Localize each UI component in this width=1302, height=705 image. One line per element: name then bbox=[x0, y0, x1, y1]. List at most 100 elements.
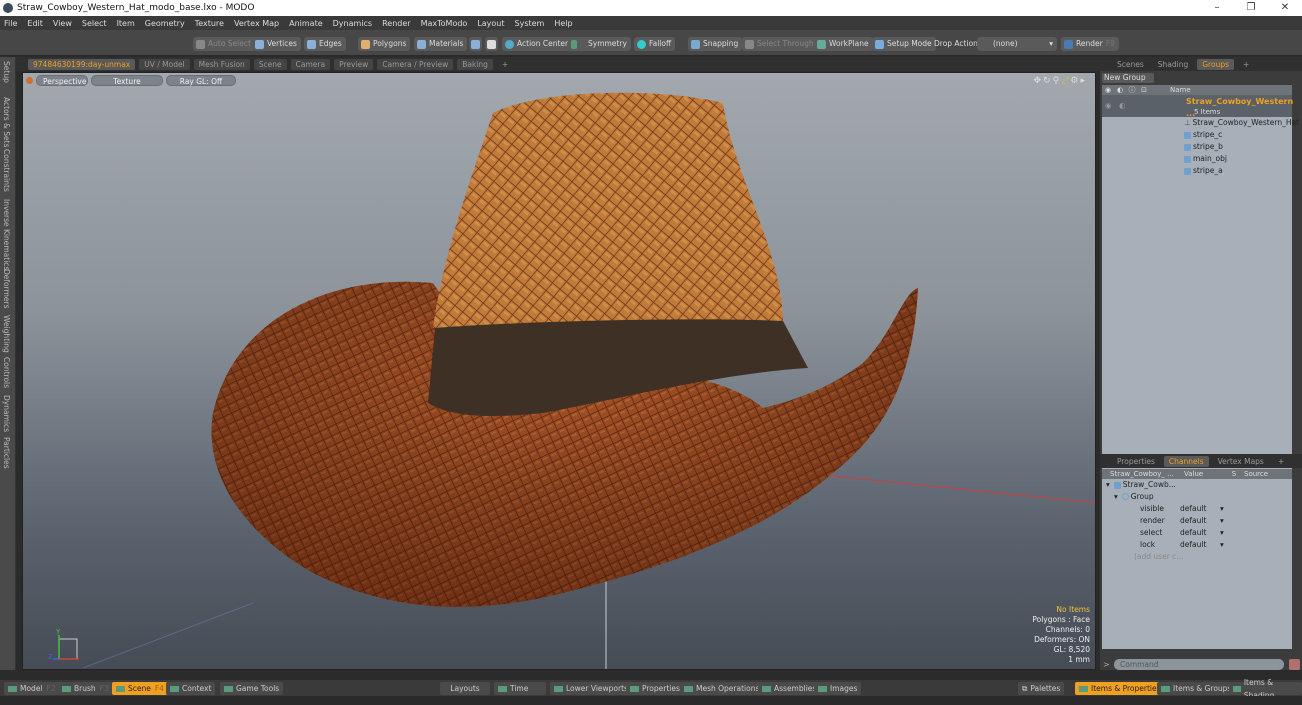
new-group-button[interactable]: New Group bbox=[1102, 73, 1154, 83]
close-button[interactable]: ✕ bbox=[1268, 0, 1302, 16]
falloff-button[interactable]: Falloff bbox=[634, 37, 676, 51]
dropdown-arrow-icon[interactable]: ▾ bbox=[1220, 515, 1224, 527]
menu-layout[interactable]: Layout bbox=[477, 19, 504, 28]
tab-properties[interactable]: Properties bbox=[1112, 456, 1160, 467]
group-visibility-icon[interactable]: ◉ bbox=[1105, 100, 1112, 112]
tab-day-unmax[interactable]: 97484630199:day-unmax bbox=[28, 58, 136, 70]
minimize-button[interactable]: – bbox=[1200, 0, 1234, 16]
items-shading-button[interactable]: Items & Shading bbox=[1229, 678, 1302, 700]
menu-edit[interactable]: Edit bbox=[27, 19, 43, 28]
pivot-mode-button[interactable] bbox=[485, 37, 498, 51]
tab-mesh-fusion[interactable]: Mesh Fusion bbox=[193, 58, 250, 70]
shading-mode-button[interactable]: Texture bbox=[91, 75, 163, 86]
layout-model-button[interactable]: Model F2 bbox=[4, 682, 60, 695]
record-macro-button[interactable] bbox=[1289, 659, 1300, 670]
materials-button[interactable]: Materials bbox=[414, 37, 468, 51]
channel-row[interactable]: select default ▾ bbox=[1102, 527, 1292, 539]
tab-uv-model[interactable]: UV / Model bbox=[139, 58, 190, 70]
tree-item-mesh[interactable]: stripe_c bbox=[1102, 129, 1292, 141]
left-tab-dynamics[interactable]: Dynamics bbox=[2, 395, 11, 432]
render-button[interactable]: Render F9 bbox=[1061, 37, 1119, 51]
left-tab-deformers[interactable]: Deformers bbox=[2, 269, 11, 308]
item-mode-button[interactable] bbox=[469, 37, 482, 51]
dropdown-arrow-icon[interactable]: ▾ bbox=[1220, 539, 1224, 551]
menu-select[interactable]: Select bbox=[82, 19, 107, 28]
maximize-button[interactable]: ❐ bbox=[1234, 0, 1268, 16]
move-view-icon[interactable]: ✥ bbox=[1034, 76, 1044, 86]
group-render-icon[interactable]: ◐ bbox=[1119, 100, 1126, 112]
channel-root-row[interactable]: ▾ Straw_Cowb... bbox=[1102, 479, 1292, 491]
layout-brush-button[interactable]: Brush F3 bbox=[58, 682, 113, 695]
tab-baking[interactable]: Baking bbox=[457, 58, 493, 70]
tab-camera-preview[interactable]: Camera / Preview bbox=[377, 58, 454, 70]
menu-system[interactable]: System bbox=[515, 19, 545, 28]
tab-vertex-maps[interactable]: Vertex Maps bbox=[1213, 456, 1269, 467]
tab-groups[interactable]: Groups bbox=[1197, 58, 1234, 70]
group-row[interactable]: ◉ ◐ Straw_Cowboy_Western ... 5 Items bbox=[1102, 95, 1293, 118]
left-tab-inverse-kinematics[interactable]: Inverse Kinematics bbox=[2, 199, 11, 270]
edges-button[interactable]: Edges bbox=[304, 37, 346, 51]
properties-button[interactable]: Properties bbox=[626, 682, 684, 695]
fit-view-icon[interactable]: ⤢ bbox=[1061, 76, 1070, 86]
assemblies-button[interactable]: Assemblies bbox=[758, 682, 821, 695]
viewport-menu-icon[interactable] bbox=[26, 77, 33, 84]
left-tab-particles[interactable]: Particles bbox=[2, 437, 11, 469]
menu-vertex-map[interactable]: Vertex Map bbox=[234, 19, 279, 28]
zoom-view-icon[interactable]: ⚲ bbox=[1053, 76, 1062, 86]
tree-item-mesh[interactable]: stripe_a bbox=[1102, 165, 1292, 177]
left-tab-constraints[interactable]: Constraints bbox=[2, 149, 11, 192]
add-channel-tab-button[interactable]: + bbox=[1273, 456, 1289, 467]
add-panel-tab-button[interactable]: + bbox=[1238, 59, 1254, 70]
polygons-button[interactable]: Polygons bbox=[358, 37, 411, 51]
menu-render[interactable]: Render bbox=[382, 19, 410, 28]
raygl-button[interactable]: Ray GL: Off bbox=[166, 75, 236, 86]
action-center-button[interactable]: Action Center bbox=[502, 37, 573, 51]
vertices-button[interactable]: Vertices bbox=[252, 37, 301, 51]
tab-camera[interactable]: Camera bbox=[290, 58, 331, 70]
menu-animate[interactable]: Animate bbox=[289, 19, 323, 28]
add-tab-button[interactable]: + bbox=[497, 59, 513, 70]
workplane-button[interactable]: WorkPlane bbox=[814, 37, 873, 51]
layout-game-tools-button[interactable]: Game Tools bbox=[220, 682, 284, 695]
auto-select-button[interactable]: Auto Select bbox=[193, 37, 255, 51]
left-tab-controls[interactable]: Controls bbox=[2, 357, 11, 388]
palettes-button[interactable]: ⧉ Palettes bbox=[1018, 682, 1065, 695]
layout-context-button[interactable]: Context bbox=[166, 682, 216, 695]
menu-file[interactable]: File bbox=[4, 19, 17, 28]
setup-mode-button[interactable]: Setup Mode bbox=[872, 37, 936, 51]
dropdown-arrow-icon[interactable]: ▾ bbox=[1220, 503, 1224, 515]
menu-help[interactable]: Help bbox=[554, 19, 572, 28]
menu-geometry[interactable]: Geometry bbox=[145, 19, 185, 28]
tab-channels[interactable]: Channels bbox=[1163, 455, 1209, 467]
tab-scene[interactable]: Scene bbox=[253, 58, 287, 70]
menu-view[interactable]: View bbox=[53, 19, 72, 28]
channel-group-row[interactable]: ▾ Group bbox=[1102, 491, 1292, 503]
items-groups-button[interactable]: Items & Groups bbox=[1157, 682, 1236, 695]
3d-viewport[interactable]: Y Z Perspective Texture Ray GL: Off ✥↻⚲⤢… bbox=[22, 72, 1096, 670]
mesh-operations-button[interactable]: Mesh Operations bbox=[680, 682, 764, 695]
expand-icon[interactable]: ▾ bbox=[1102, 479, 1110, 491]
menu-maxtomodo[interactable]: MaxToModo bbox=[421, 19, 468, 28]
layouts-button[interactable]: Layouts bbox=[440, 682, 490, 695]
tab-shading[interactable]: Shading bbox=[1153, 59, 1193, 70]
time-button[interactable]: Time bbox=[494, 682, 546, 695]
drop-action-select[interactable]: (none) ▾ bbox=[977, 37, 1057, 51]
channel-row[interactable]: lock default ▾ bbox=[1102, 539, 1292, 551]
left-tab-actors-sets[interactable]: Actors & Sets bbox=[2, 97, 11, 147]
menu-dynamics[interactable]: Dynamics bbox=[333, 19, 372, 28]
view-type-button[interactable]: Perspective bbox=[36, 75, 88, 86]
channel-row[interactable]: render default ▾ bbox=[1102, 515, 1292, 527]
channel-row[interactable]: visible default ▾ bbox=[1102, 503, 1292, 515]
dropdown-arrow-icon[interactable]: ▾ bbox=[1220, 527, 1224, 539]
add-user-channel-row[interactable]: (add user c... bbox=[1102, 551, 1292, 563]
images-button[interactable]: Images bbox=[814, 682, 862, 695]
snapping-button[interactable]: Snapping bbox=[688, 37, 743, 51]
command-input[interactable]: Command bbox=[1114, 659, 1284, 670]
layout-scene-button[interactable]: Scene F4 bbox=[112, 682, 168, 695]
lower-viewports-button[interactable]: Lower Viewports bbox=[550, 682, 632, 695]
left-tab-setup[interactable]: Setup bbox=[2, 61, 11, 83]
items-properties-button[interactable]: Items & Properties bbox=[1075, 682, 1165, 695]
symmetry-button[interactable]: Symmetry bbox=[568, 37, 631, 51]
expand-arrow-icon[interactable]: ▸ bbox=[1080, 76, 1087, 86]
left-tab-weighting[interactable]: Weighting bbox=[2, 315, 11, 353]
